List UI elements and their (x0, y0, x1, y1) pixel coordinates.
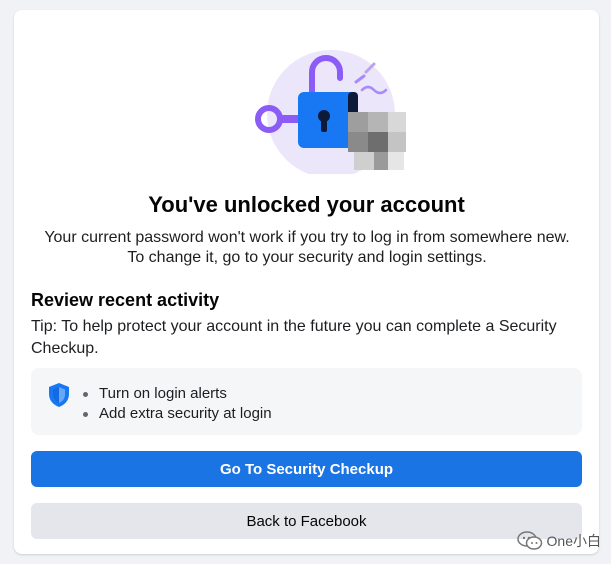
watermark: One小白 (516, 530, 601, 552)
watermark-text: One小白 (546, 533, 601, 549)
review-heading: Review recent activity (31, 290, 220, 310)
security-tips-box: Turn on login alerts Add extra security … (31, 368, 582, 435)
review-tip: Tip: To help protect your account in the… (31, 318, 557, 357)
list-item: Add extra security at login (81, 404, 272, 424)
unlock-dialog: You've unlocked your account Your curren… (14, 10, 599, 554)
dialog-subtitle: Your current password won't work if you … (44, 229, 570, 266)
security-tips-list: Turn on login alerts Add extra security … (81, 384, 272, 424)
security-checkup-button[interactable]: Go To Security Checkup (31, 451, 582, 487)
shield-icon (47, 382, 71, 408)
unlocked-lock-illustration (236, 42, 406, 174)
dialog-title: You've unlocked your account (148, 192, 465, 217)
list-item: Turn on login alerts (81, 384, 272, 404)
back-to-facebook-button[interactable]: Back to Facebook (31, 503, 582, 539)
wechat-icon (516, 530, 543, 552)
